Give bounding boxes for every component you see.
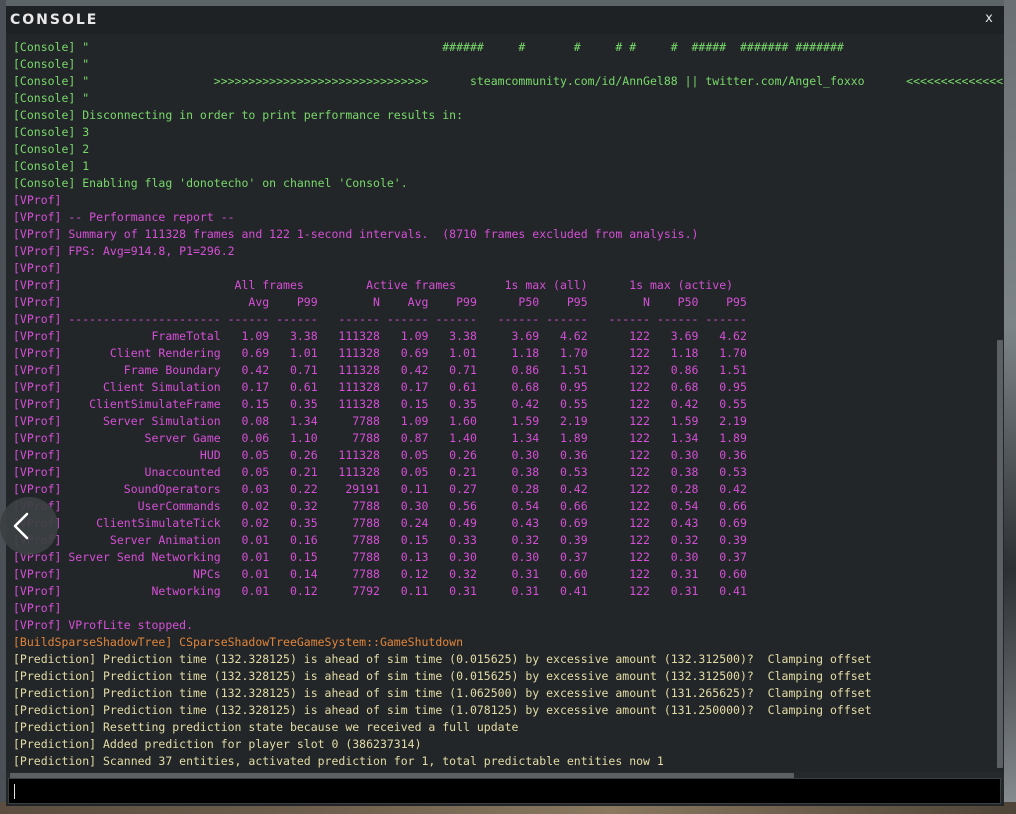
console-log[interactable]: [Console] " ###### # # # # # ##### #####… [6, 34, 1004, 772]
log-line: [VProf] Server Simulation 0.08 1.34 7788… [13, 414, 747, 428]
log-line: [VProf] VProfLite stopped. [13, 618, 194, 632]
log-line: [VProf] Networking 0.01 0.12 7792 0.11 0… [13, 584, 747, 598]
log-line: [VProf] Client Simulation 0.17 0.61 1113… [13, 380, 747, 394]
log-line: [Console] 2 [13, 142, 90, 156]
log-line: [VProf] Frame Boundary 0.42 0.71 111328 … [13, 363, 747, 377]
vertical-scrollbar-thumb[interactable] [997, 340, 1003, 768]
log-line: [Prediction] Prediction time (132.328125… [13, 703, 872, 717]
console-window: CONSOLE x [Console] " ###### # # # # # #… [6, 6, 1004, 806]
log-line: [VProf] HUD 0.05 0.26 111328 0.05 0.26 0… [13, 448, 747, 462]
log-line: [Console] " [13, 91, 90, 105]
log-line: [VProf] Server Game 0.06 1.10 7788 0.87 … [13, 431, 747, 445]
log-line: [VProf] ---------------------- ------ --… [13, 312, 747, 326]
log-line: [VProf] Server Send Networking 0.01 0.15… [13, 550, 747, 564]
log-line: [Console] Enabling flag 'donotecho' on c… [13, 176, 408, 190]
console-title: CONSOLE [10, 12, 99, 28]
log-line: [VProf] Server Animation 0.01 0.16 7788 … [13, 533, 747, 547]
log-line: [VProf] [13, 601, 62, 615]
log-line: [VProf] [13, 261, 62, 275]
chevron-left-icon [13, 512, 29, 540]
close-icon[interactable]: x [982, 11, 996, 27]
log-line: [VProf] UserCommands 0.02 0.32 7788 0.30… [13, 499, 747, 513]
background-game-scene-right [1004, 0, 1016, 814]
log-line: [Console] 1 [13, 159, 90, 173]
log-line: [Prediction] Added prediction for player… [13, 737, 422, 751]
back-nav-button[interactable] [0, 497, 58, 555]
log-line: [Prediction] Prediction time (132.328125… [13, 686, 872, 700]
log-line: [VProf] SoundOperators 0.03 0.22 29191 0… [13, 482, 747, 496]
log-line: [Prediction] Prediction time (132.328125… [13, 652, 872, 666]
log-line: [Console] Disconnecting in order to prin… [13, 108, 464, 122]
console-command-input[interactable] [8, 778, 1001, 804]
log-line: [Console] " >>>>>>>>>>>>>>>>>>>>>>>>>>>>… [13, 74, 1003, 88]
log-line: [VProf] FrameTotal 1.09 3.38 111328 1.09… [13, 329, 747, 343]
log-line: [VProf] NPCs 0.01 0.14 7788 0.12 0.32 0.… [13, 567, 747, 581]
log-line: [Prediction] Prediction time (132.328125… [13, 669, 872, 683]
log-line: [VProf] Avg P99 N Avg P99 P50 P95 N P50 … [13, 295, 747, 309]
log-line: [Console] " ###### # # # # # ##### #####… [13, 40, 844, 54]
log-line: [VProf] ClientSimulateTick 0.02 0.35 778… [13, 516, 747, 530]
log-line: [VProf] -- Performance report -- [13, 210, 235, 224]
log-line: [BuildSparseShadowTree] CSparseShadowTre… [13, 635, 464, 649]
log-line: [VProf] Summary of 111328 frames and 122… [13, 227, 699, 241]
text-caret [14, 784, 15, 799]
log-line: [VProf] Client Rendering 0.69 1.01 11132… [13, 346, 747, 360]
log-line: [Prediction] Resetting prediction state … [13, 720, 519, 734]
log-line: [VProf] [13, 193, 62, 207]
log-line: [VProf] All frames Active frames 1s max … [13, 278, 734, 292]
log-line: [Console] " [13, 57, 90, 71]
log-line: [VProf] FPS: Avg=914.8, P1=296.2 [13, 244, 235, 258]
console-titlebar[interactable]: CONSOLE x [6, 6, 1004, 34]
log-line: [VProf] ClientSimulateFrame 0.15 0.35 11… [13, 397, 747, 411]
log-line: [VProf] Unaccounted 0.05 0.21 111328 0.0… [13, 465, 747, 479]
log-line: [Prediction] Scanned 37 entities, activa… [13, 754, 664, 768]
log-line: [Console] 3 [13, 125, 90, 139]
